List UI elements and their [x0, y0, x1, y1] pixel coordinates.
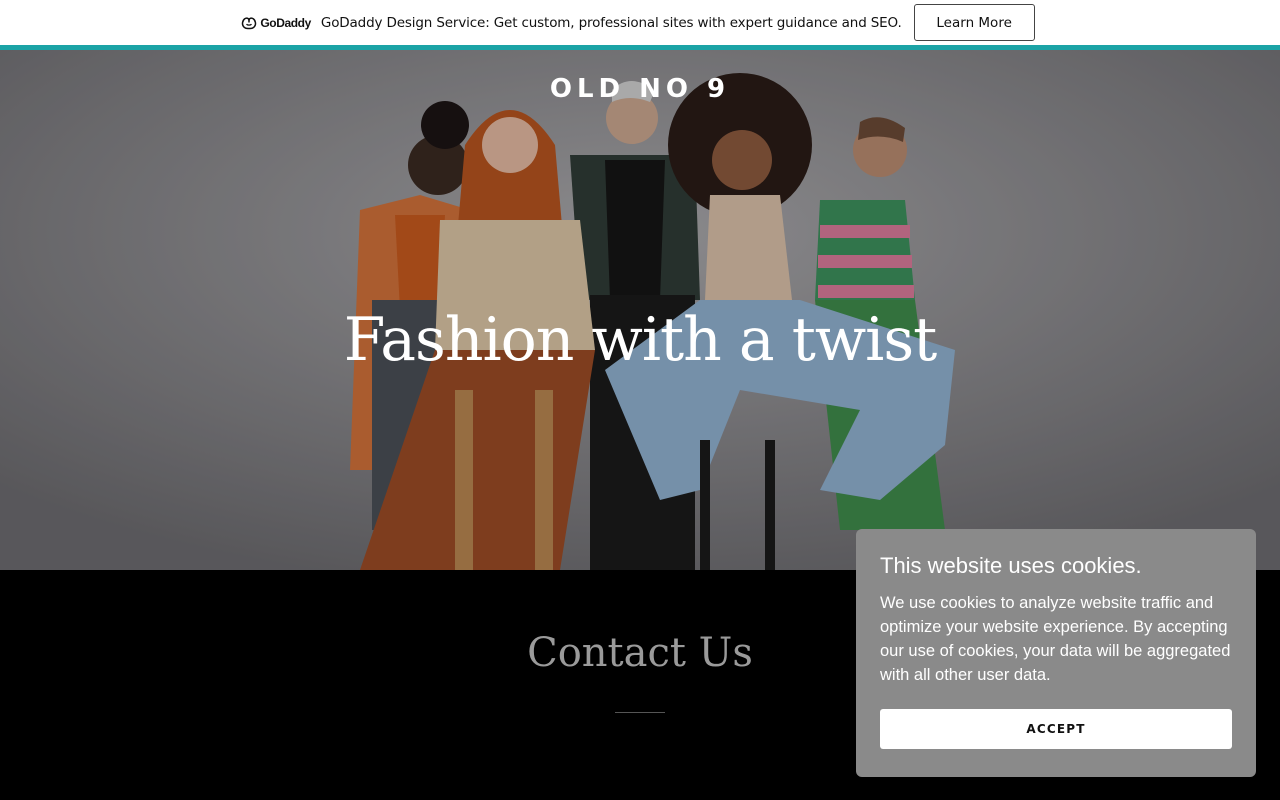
cookie-banner: This website uses cookies. We use cookie…: [856, 529, 1256, 777]
promo-message: GoDaddy Design Service: Get custom, prof…: [320, 14, 902, 31]
accept-cookies-button[interactable]: ACCEPT: [880, 709, 1232, 749]
section-divider: [615, 712, 665, 713]
godaddy-logo[interactable]: GoDaddy: [241, 16, 311, 30]
hero-section: OLD NO 9 Fashion with a twist: [0, 50, 1280, 570]
learn-more-button[interactable]: Learn More: [913, 4, 1035, 41]
hero-heading: Fashion with a twist: [343, 305, 938, 375]
promo-content: GoDaddy GoDaddy Design Service: Get cust…: [241, 4, 1035, 41]
promo-bar: GoDaddy GoDaddy Design Service: Get cust…: [0, 0, 1280, 50]
godaddy-logo-icon: [242, 16, 257, 29]
site-title[interactable]: OLD NO 9: [0, 74, 1280, 104]
cookie-title: This website uses cookies.: [880, 553, 1142, 578]
godaddy-logo-text: GoDaddy: [260, 15, 311, 30]
cookie-message: We use cookies to analyze website traffi…: [880, 594, 1231, 684]
